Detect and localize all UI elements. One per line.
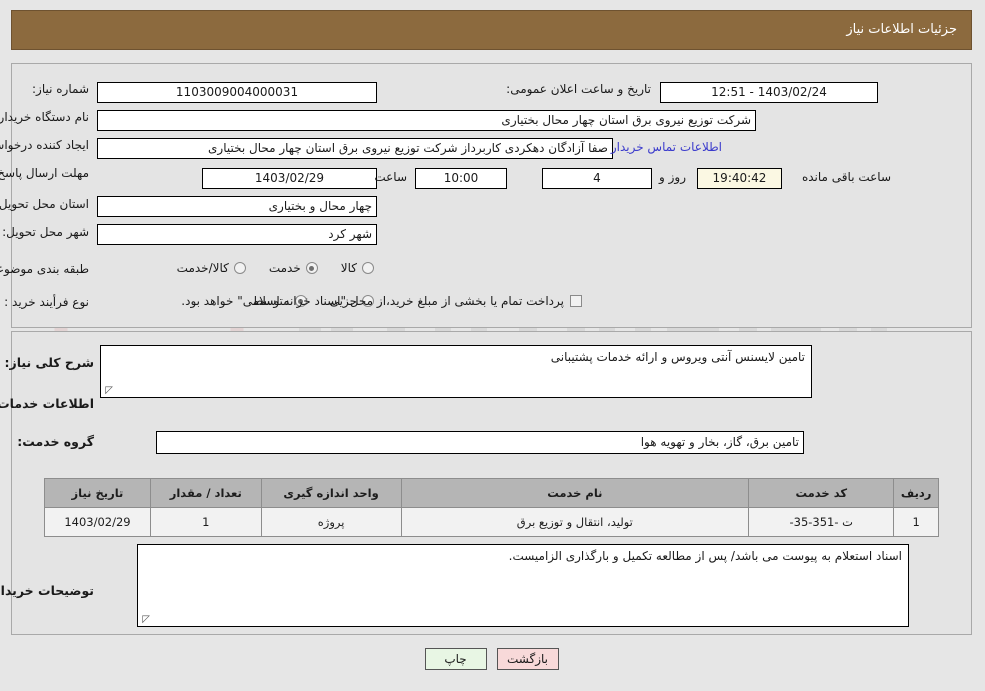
buyer-notes-label: توضیحات خریدار: [0,583,95,598]
col-quantity: تعداد / مقدار [150,478,263,508]
remaining-clock-value: 19:40:42 [698,168,783,189]
subject-category-label: طبقه بندی موضوعی: [0,262,90,276]
resize-grip-icon[interactable]: ◸ [142,615,151,625]
col-need-date: تاریخ نیاز [45,478,152,508]
announce-datetime-value: 1403/02/24 - 12:51 [661,82,879,103]
delivery-city-value: شهر کرد [98,224,378,245]
deadline-label: مهلت ارسال پاسخ: تا تاریخ: [0,166,90,180]
buyer-notes-value: اسناد استعلام به پیوست می باشد/ پس از مط… [509,549,903,563]
need-number-label: شماره نیاز: [33,82,90,96]
request-creator-value: صفا آزادگان دهکردی کاربرداز شرکت توزیع ن… [98,138,614,159]
cell-index: 1 [894,507,940,537]
category-label-kala-khedmat: کالا/خدمت [177,261,230,275]
delivery-province-label: استان محل تحویل: [0,197,90,211]
remaining-days-value: 4 [543,168,653,189]
col-index: ردیف [894,478,940,508]
print-button[interactable]: چاپ [425,648,488,670]
deadline-date: 1403/02/29 [203,168,378,189]
buyer-org-value: شرکت توزیع نیروی برق استان چهار محال بخت… [98,110,757,131]
service-items-table: ردیف کد خدمت نام خدمت واحد اندازه گیری ت… [45,478,940,537]
treasury-checkbox[interactable] [571,295,583,307]
deadline-time: 10:00 [416,168,508,189]
remaining-days-label: روز و [660,170,687,184]
general-desc-label: شرح کلی نیاز: [5,355,95,370]
delivery-province-value: چهار محال و بختیاری [98,196,378,217]
cell-need-date: 1403/02/29 [45,507,152,537]
col-service-name: نام خدمت [401,478,751,508]
col-service-code: کد خدمت [749,478,896,508]
deadline-time-label: ساعت [375,170,408,184]
announce-datetime-label: تاریخ و ساعت اعلان عمومی: [507,82,652,96]
buyer-contact-link[interactable]: اطلاعات تماس خریدار [612,140,723,154]
need-number-value: 1103009004000031 [98,82,378,103]
category-label-kala: کالا [341,261,358,275]
page-header-bar: جزئیات اطلاعات نیاز [12,10,973,50]
table-header-row: ردیف کد خدمت نام خدمت واحد اندازه گیری ت… [45,478,940,508]
resize-grip-icon[interactable]: ◸ [105,386,114,396]
table-row: 1 ت -351-35- تولید، انتقال و توزیع برق پ… [45,507,940,537]
back-button[interactable]: بازگشت [497,648,560,670]
cell-unit: پروژه [261,507,403,537]
category-radio-khedmat[interactable] [306,262,319,274]
cell-quantity: 1 [150,507,263,537]
buyer-notes-textarea[interactable]: اسناد استعلام به پیوست می باشد/ پس از مط… [138,544,910,627]
remaining-clock-label: ساعت باقی مانده [802,170,892,184]
cell-service-name: تولید، انتقال و توزیع برق [401,507,751,537]
category-radio-kala[interactable] [363,262,375,274]
delivery-city-label: شهر محل تحویل: [3,225,90,239]
treasury-note-label: پرداخت تمام یا بخشی از مبلغ خرید،از محل … [182,294,565,308]
general-desc-textarea[interactable]: تامین لایسنس آنتی ویروس و ارائه خدمات پش… [101,345,813,398]
col-unit: واحد اندازه گیری [261,478,403,508]
action-buttons: بازگشت چاپ [0,648,985,670]
general-desc-value: تامین لایسنس آنتی ویروس و ارائه خدمات پش… [551,350,806,364]
cell-service-code: ت -351-35- [749,507,896,537]
category-label-khedmat: خدمت [269,261,302,275]
category-radio-kala-khedmat[interactable] [234,262,247,274]
service-group-label: گروه خدمت: [18,434,95,449]
page-title: جزئیات اطلاعات نیاز [847,22,958,37]
services-section-title: اطلاعات خدمات مورد نیاز [0,396,95,411]
buyer-org-label: نام دستگاه خریدار: [0,110,90,124]
request-creator-label: ایجاد کننده درخواست: [0,138,90,152]
purchase-process-label: نوع فرأیند خرید : [5,295,90,309]
service-group-value: تامین برق، گاز، بخار و تهویه هوا [157,431,805,454]
